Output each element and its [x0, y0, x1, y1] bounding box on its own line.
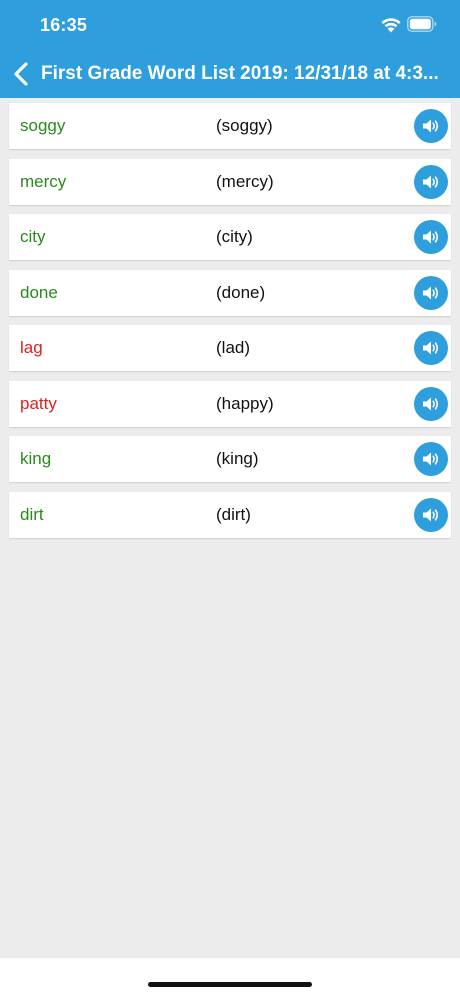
speak-button[interactable] — [414, 331, 448, 365]
speaker-icon — [423, 119, 439, 133]
target-word: patty — [20, 393, 57, 413]
heard-word: (lad) — [216, 338, 251, 357]
speaker-icon — [423, 452, 439, 466]
word-list-screen: 16:35 First Grade Word List 2019: 12/31/… — [0, 0, 460, 996]
target-word: lag — [20, 338, 43, 357]
target-word: dirt — [20, 504, 44, 524]
word-row: lag (lad) — [9, 325, 451, 371]
speak-button[interactable] — [414, 497, 448, 532]
heard-word: (city) — [216, 227, 253, 246]
speak-button[interactable] — [414, 442, 448, 476]
word-row: soggy (soggy) — [9, 103, 451, 149]
word-row: city (city) — [9, 214, 451, 260]
header: 16:35 First Grade Word List 2019: 12/31/… — [0, 0, 460, 98]
page-title: First Grade Word List 2019: 12/31/18 at … — [41, 63, 439, 84]
speaker-icon — [423, 286, 439, 299]
word-row: patty (happy) — [9, 380, 451, 427]
chevron-left-icon[interactable] — [12, 62, 30, 86]
heard-word: (dirt) — [216, 504, 251, 524]
speak-button[interactable] — [414, 386, 448, 421]
heard-word: (done) — [216, 282, 266, 302]
battery-icon — [407, 16, 437, 32]
word-row: done (done) — [9, 269, 451, 316]
target-word: king — [20, 449, 52, 468]
speaker-icon — [423, 341, 439, 355]
target-word: soggy — [20, 116, 66, 135]
speaker-icon — [423, 175, 439, 188]
speaker-icon — [423, 230, 439, 244]
heard-word: (mercy) — [216, 171, 274, 191]
speak-button[interactable] — [414, 275, 448, 310]
target-word: mercy — [20, 171, 67, 191]
target-word: city — [20, 227, 46, 246]
speak-button[interactable] — [414, 109, 448, 143]
status-bar: 16:35 — [0, 0, 460, 50]
navigation-bar: First Grade Word List 2019: 12/31/18 at … — [0, 50, 460, 98]
wifi-icon — [381, 18, 401, 33]
bottom-bar — [0, 958, 460, 996]
status-time: 16:35 — [40, 15, 88, 35]
heard-word: (soggy) — [216, 116, 273, 135]
target-word: done — [20, 282, 58, 302]
heard-word: (king) — [216, 449, 259, 468]
speaker-icon — [423, 397, 439, 410]
word-row: mercy (mercy) — [9, 158, 451, 205]
speak-button[interactable] — [414, 164, 448, 199]
speak-button[interactable] — [414, 220, 448, 254]
home-indicator[interactable] — [148, 982, 312, 987]
heard-word: (happy) — [216, 393, 274, 413]
word-row: dirt (dirt) — [9, 491, 451, 538]
speaker-icon — [423, 508, 439, 521]
word-row: king (king) — [9, 436, 451, 482]
word-list: soggy (soggy) mercy (mercy) city (city) — [9, 103, 451, 547]
